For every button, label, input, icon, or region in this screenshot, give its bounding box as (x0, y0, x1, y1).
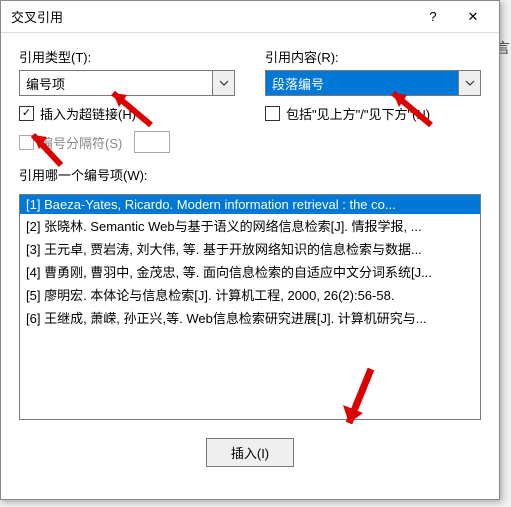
ref-type-dropdown-button[interactable] (212, 71, 234, 95)
list-item[interactable]: [3] 王元卓, 贾岩涛, 刘大伟, 等. 基于开放网络知识的信息检索与数据..… (20, 237, 480, 260)
ref-content-value: 段落编号 (266, 71, 458, 95)
dialog-title: 交叉引用 (11, 7, 413, 26)
dialog-footer: 插入(I) (19, 438, 481, 467)
as-hyperlink-label: 插入为超链接(H) (40, 104, 136, 123)
ref-type-value: 编号项 (20, 71, 212, 95)
close-button[interactable]: ✕ (453, 3, 493, 31)
as-hyperlink-row[interactable]: ✓ 插入为超链接(H) (19, 104, 235, 123)
close-icon: ✕ (468, 9, 479, 25)
which-item-label: 引用哪一个编号项(W): (19, 165, 481, 184)
help-button[interactable]: ? (413, 3, 453, 31)
number-separator-checkbox (19, 135, 34, 150)
list-item[interactable]: [6] 王继成, 萧嵘, 孙正兴,等. Web信息检索研究进展[J]. 计算机研… (20, 306, 480, 329)
ref-type-label: 引用类型(T): (19, 47, 235, 66)
list-item[interactable]: [4] 曹勇刚, 曹羽中, 金茂忠, 等. 面向信息检索的自适应中文分词系统[J… (20, 260, 480, 283)
chevron-down-icon (219, 78, 229, 88)
titlebar: 交叉引用 ? ✕ (1, 1, 499, 33)
list-item[interactable]: [2] 张晓林. Semantic Web与基于语义的网络信息检索[J]. 情报… (20, 214, 480, 237)
cross-reference-dialog: 交叉引用 ? ✕ 引用类型(T): 编号项 ✓ 插入为超链接(H) (0, 0, 500, 500)
ref-type-combo[interactable]: 编号项 (19, 70, 235, 96)
chevron-down-icon (465, 78, 475, 88)
ref-content-label: 引用内容(R): (265, 47, 481, 66)
numbered-items-listbox[interactable]: [1] Baeza-Yates, Ricardo. Modern informa… (19, 194, 481, 420)
include-above-below-label: 包括"见上方"/"见下方"(N) (286, 104, 430, 123)
ref-content-dropdown-button[interactable] (458, 71, 480, 95)
include-above-below-row[interactable]: 包括"见上方"/"见下方"(N) (265, 104, 481, 123)
list-item[interactable]: [1] Baeza-Yates, Ricardo. Modern informa… (20, 195, 480, 214)
insert-button[interactable]: 插入(I) (206, 438, 294, 467)
list-item[interactable]: [5] 廖明宏. 本体论与信息检索[J]. 计算机工程, 2000, 26(2)… (20, 283, 480, 306)
number-separator-input (134, 131, 170, 153)
number-separator-row: 编号分隔符(S) (19, 131, 235, 153)
help-icon: ? (429, 9, 436, 24)
as-hyperlink-checkbox[interactable]: ✓ (19, 106, 34, 121)
ref-content-combo[interactable]: 段落编号 (265, 70, 481, 96)
number-separator-label: 编号分隔符(S) (40, 133, 122, 152)
include-above-below-checkbox[interactable] (265, 106, 280, 121)
